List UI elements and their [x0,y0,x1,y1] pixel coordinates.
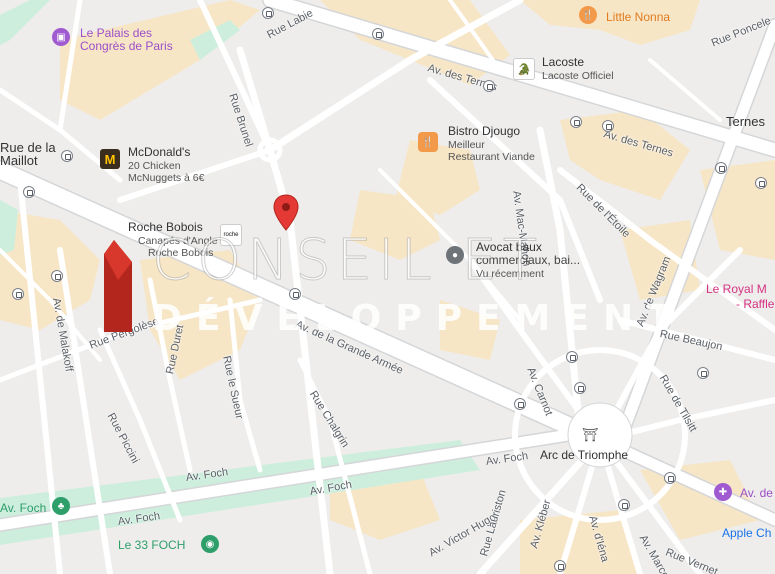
poi-sub-mcdonalds-2: McNuggets à 6€ [128,172,205,184]
metro-stop-icon[interactable] [574,382,586,394]
metro-stop-icon[interactable] [755,177,767,189]
monument-icon[interactable]: ⛩ [578,424,602,446]
map-canvas[interactable]: Rue Labie Rue Brunel Av. des Ternes Av. … [0,0,775,574]
metro-stop-icon[interactable] [664,472,676,484]
poi-title-bistro[interactable]: Bistro Djougo [448,124,520,138]
metro-stop-icon[interactable] [12,288,24,300]
metro-stop-icon[interactable] [61,150,73,162]
poi-title-arc[interactable]: Arc de Triomphe [540,448,628,462]
place-label-ternes[interactable]: Ternes [726,114,765,129]
metro-stop-icon[interactable] [23,186,35,198]
poi-sub-roche-bobois-2: Roche Bobois [148,247,214,259]
place-of-worship-icon[interactable]: ✚ [714,483,732,501]
metro-stop-icon[interactable] [697,367,709,379]
roche-bobois-logo-icon[interactable]: roche [220,224,242,246]
metro-stop-icon[interactable] [554,560,566,572]
poi-title-mcdonalds[interactable]: McDonald's [128,145,190,159]
metro-stop-icon[interactable] [566,351,578,363]
poi-title-foch-park[interactable]: Av. Foch [0,501,46,515]
poi-title-le33[interactable]: Le 33 FOCH [118,538,185,552]
poi-title-palais-2[interactable]: Congrès de Paris [80,39,173,53]
metro-stop-icon[interactable] [715,162,727,174]
metro-stop-icon[interactable] [262,7,274,19]
place-pin-icon[interactable]: ● [446,246,464,264]
poi-title-av-de[interactable]: Av. de [740,486,773,500]
poi-sub-lacoste: Lacoste Officiel [542,70,614,82]
restaurant-icon[interactable]: 🍴 [418,132,438,152]
poi-title-apple[interactable]: Apple Ch [722,526,771,540]
selected-location-marker-icon[interactable] [273,194,299,232]
poi-title-palais[interactable]: Le Palais des [80,26,152,40]
metro-stop-icon[interactable] [514,398,526,410]
location-dot-icon[interactable]: ◉ [201,535,219,553]
mcdonalds-logo-icon[interactable]: M [100,149,120,169]
metro-stop-icon[interactable] [51,270,63,282]
watermark-logo-icon [104,240,132,332]
poi-title-avocat[interactable]: Avocat baux [476,240,542,254]
place-label-maillot: Maillot [0,153,38,168]
lacoste-logo-icon[interactable]: 🐊 [513,58,535,80]
park-top-left [0,0,50,45]
poi-title-royal-monceau-2[interactable]: - Raffle [736,297,774,311]
metro-stop-icon[interactable] [289,288,301,300]
metro-stop-icon[interactable] [372,28,384,40]
poi-sub-mcdonalds-1: 20 Chicken [128,160,181,172]
poi-title-lacoste[interactable]: Lacoste [542,55,584,69]
palais-congres-icon[interactable]: ▣ [52,28,70,46]
poi-sub-avocat-1: commerciaux, bai... [476,253,581,267]
park-tree-icon[interactable]: ♣ [52,497,70,515]
poi-title-little-nonna[interactable]: Little Nonna [606,10,670,24]
metro-stop-icon[interactable] [618,499,630,511]
poi-title-royal-monceau[interactable]: Le Royal M [706,282,767,296]
metro-stop-icon[interactable] [570,116,582,128]
restaurant-icon[interactable]: 🍴 [579,6,597,24]
poi-sub-bistro-1: Meilleur [448,139,485,151]
poi-sub-avocat-2: Vu récemment [476,268,544,280]
poi-sub-bistro-2: Restaurant Viande [448,151,535,163]
metro-stop-icon[interactable] [483,80,495,92]
poi-title-roche-bobois[interactable]: Roche Bobois [128,220,203,234]
metro-stop-icon[interactable] [602,120,614,132]
poi-sub-roche-bobois-1: Canapés d'Angle [138,235,218,247]
